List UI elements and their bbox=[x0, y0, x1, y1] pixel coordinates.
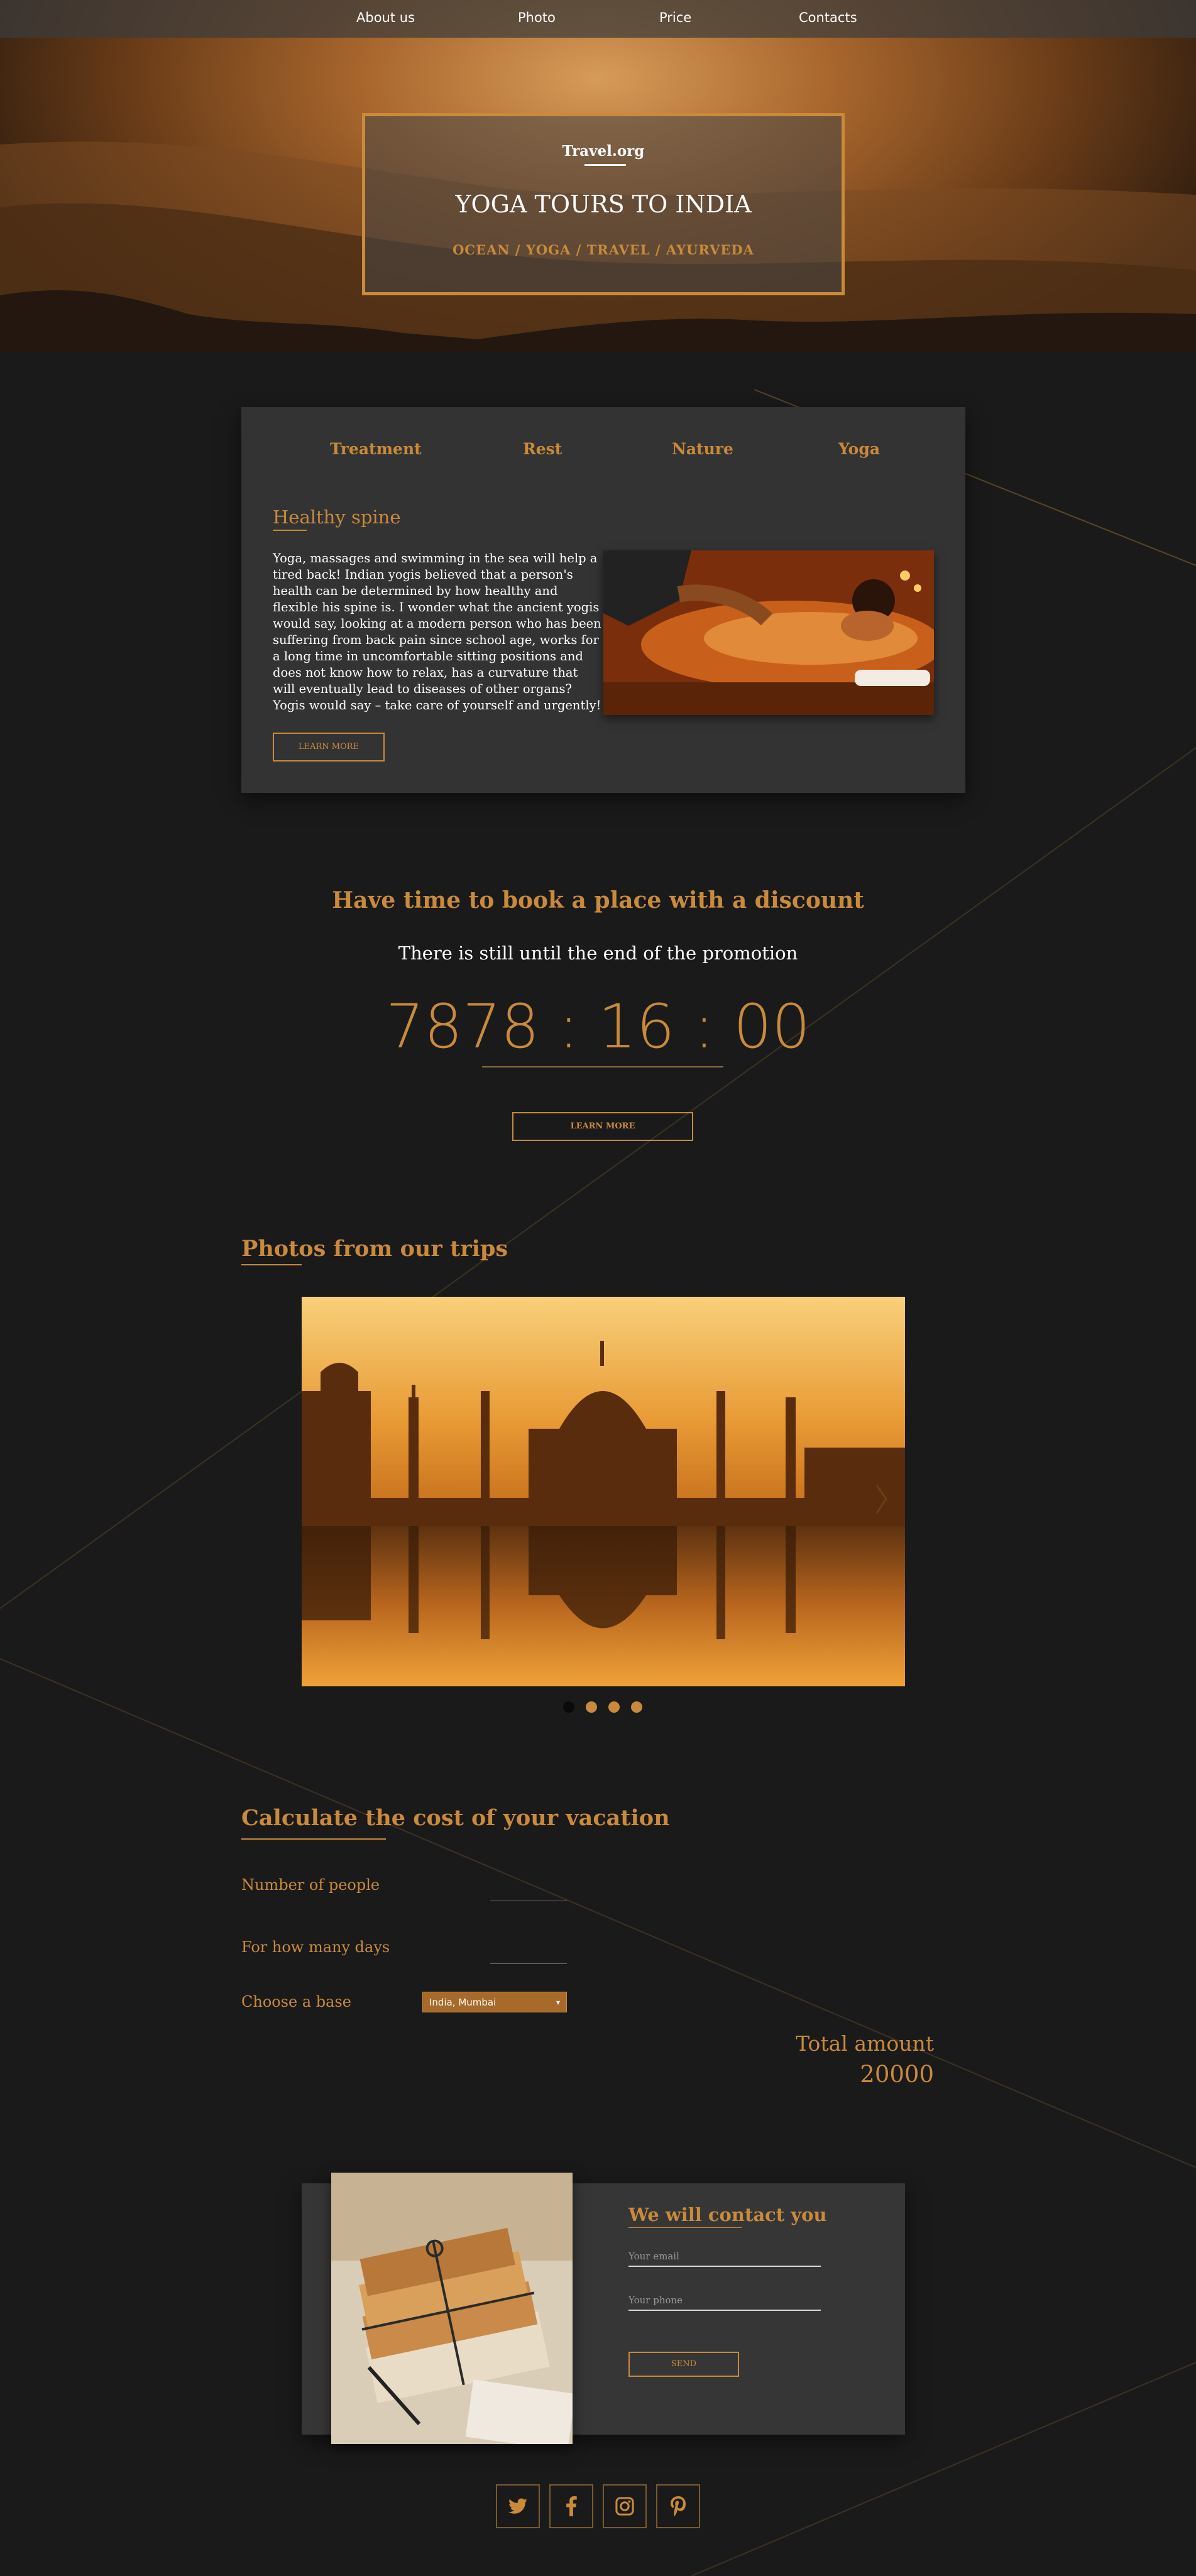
slider-dot-3[interactable] bbox=[608, 1701, 620, 1713]
photos-title-underline bbox=[241, 1264, 302, 1265]
email-field[interactable] bbox=[628, 2247, 821, 2267]
chevron-down-icon: ▾ bbox=[556, 1997, 560, 2007]
hero-title-box: Travel.org YOGA TOURS TO INDIA OCEAN / Y… bbox=[362, 113, 845, 295]
promo-title: Have time to book a place with a discoun… bbox=[332, 887, 864, 914]
massage-photo bbox=[603, 550, 934, 715]
facebook-link[interactable] bbox=[549, 2484, 593, 2528]
pinterest-icon bbox=[671, 2496, 686, 2516]
slider-dot-2[interactable] bbox=[586, 1701, 597, 1713]
heading-underline bbox=[273, 530, 307, 531]
hero-banner: Travel.org YOGA TOURS TO INDIA OCEAN / Y… bbox=[0, 0, 1196, 390]
nav-item-price[interactable]: Price bbox=[659, 10, 691, 25]
calculator-title: Calculate the cost of your vacation bbox=[241, 1805, 670, 1831]
people-label: Number of people bbox=[241, 1876, 380, 1894]
tab-rest[interactable]: Rest bbox=[523, 440, 562, 458]
days-input[interactable] bbox=[490, 1945, 567, 1964]
contact-letters-photo bbox=[331, 2173, 573, 2444]
tab-yoga[interactable]: Yoga bbox=[838, 440, 880, 458]
tab-treatment[interactable]: Treatment bbox=[330, 440, 422, 458]
pinterest-link[interactable] bbox=[656, 2484, 700, 2528]
tab-nature[interactable]: Nature bbox=[672, 440, 733, 458]
promo-subtitle: There is still until the end of the prom… bbox=[398, 942, 798, 964]
slider-dot-4[interactable] bbox=[631, 1701, 642, 1713]
instagram-icon bbox=[615, 2497, 634, 2516]
phone-field[interactable] bbox=[628, 2291, 821, 2311]
slider-dot-1[interactable] bbox=[563, 1701, 574, 1713]
tab-content-heading: Healthy spine bbox=[273, 506, 401, 528]
tabs-panel: Treatment Rest Nature Yoga Healthy spine… bbox=[241, 407, 965, 793]
contact-title-underline bbox=[628, 2227, 742, 2228]
nav-item-contacts[interactable]: Contacts bbox=[799, 10, 857, 25]
top-nav: About us Photo Price Contacts bbox=[0, 0, 1196, 38]
total-amount-value: 20000 bbox=[860, 2061, 934, 2088]
base-select[interactable]: India, Mumbai ▾ bbox=[422, 1992, 567, 2012]
send-button[interactable]: SEND bbox=[628, 2352, 739, 2377]
promo-learn-more-button[interactable]: LEARN MORE bbox=[512, 1112, 693, 1141]
instagram-link[interactable] bbox=[603, 2484, 647, 2528]
twitter-link[interactable] bbox=[496, 2484, 540, 2528]
learn-more-button[interactable]: LEARN MORE bbox=[273, 733, 385, 761]
days-label: For how many days bbox=[241, 1938, 390, 1956]
nav-item-photo[interactable]: Photo bbox=[518, 10, 556, 25]
base-label: Choose a base bbox=[241, 1993, 351, 2011]
hero-title: YOGA TOURS TO INDIA bbox=[455, 190, 752, 218]
twitter-icon bbox=[508, 2498, 527, 2514]
nav-item-about-us[interactable]: About us bbox=[356, 10, 415, 25]
tab-content-text: Yoga, massages and swimming in the sea w… bbox=[273, 551, 601, 712]
base-select-value: India, Mumbai bbox=[429, 1996, 497, 2008]
contact-title: We will contact you bbox=[628, 2204, 827, 2225]
total-amount-label: Total amount bbox=[796, 2031, 934, 2056]
facebook-icon bbox=[566, 2496, 577, 2516]
slider-photo-taj-mahal bbox=[302, 1297, 905, 1686]
photos-title: Photos from our trips bbox=[241, 1236, 508, 1262]
people-input[interactable] bbox=[490, 1882, 567, 1901]
timer-underline bbox=[482, 1066, 723, 1067]
logo-underline bbox=[584, 164, 626, 166]
calculator-title-underline bbox=[241, 1838, 386, 1840]
site-logo[interactable]: Travel.org bbox=[365, 143, 842, 160]
hero-subtitle: OCEAN / YOGA / TRAVEL / AYURVEDA bbox=[453, 242, 754, 258]
countdown-timer: 7878 : 16 : 00 bbox=[385, 991, 811, 1062]
